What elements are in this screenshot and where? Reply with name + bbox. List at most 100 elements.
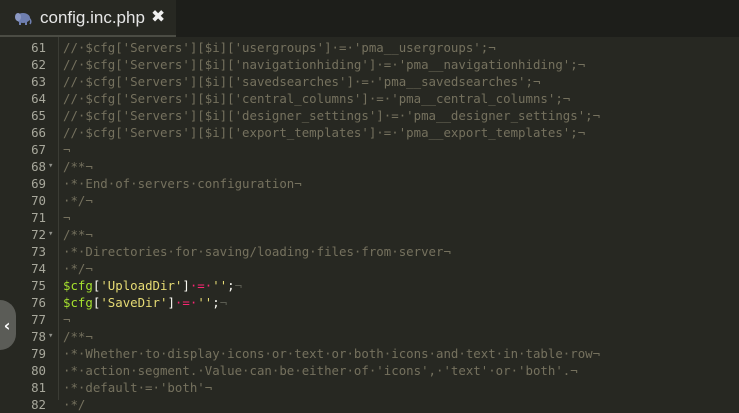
line-code: ·*·Whether·to·display·icons·or·text·or·b… — [63, 345, 600, 362]
line-code: ·*/¬ — [63, 192, 93, 209]
line-number: 67 — [31, 142, 46, 157]
code-line[interactable]: 71 ¬ — [0, 209, 739, 226]
comment-text: //·$cfg['Servers'][$i]['designer_setting… — [63, 108, 601, 123]
line-number: 62 — [31, 57, 46, 72]
line-number: 80 — [31, 363, 46, 378]
comment-text: //·$cfg['Servers'][$i]['export_templates… — [63, 125, 586, 140]
string-key-token: 'SaveDir' — [100, 295, 168, 310]
code-line[interactable]: 77 ¬ — [0, 311, 739, 328]
eol-marker: ¬ — [234, 278, 243, 293]
fold-arrow-icon: ▾ — [48, 161, 54, 171]
code-line[interactable]: 76 $cfg['SaveDir']·=·'';¬ — [0, 294, 739, 311]
comment-text: /**¬ — [63, 329, 93, 344]
line-code: //·$cfg['Servers'][$i]['usergroups']·=·'… — [63, 39, 496, 56]
line-code: ¬ — [63, 209, 70, 226]
code-line[interactable]: 82 ·*/ — [0, 396, 739, 413]
line-number: 66 — [31, 125, 46, 140]
line-code: ·*/¬ — [63, 260, 93, 277]
line-code: //·$cfg['Servers'][$i]['central_columns'… — [63, 90, 570, 107]
comment-text: //·$cfg['Servers'][$i]['usergroups']·=·'… — [63, 40, 496, 55]
tab-bar: config.inc.php ✖ — [0, 0, 739, 37]
comment-text: ·*·action·segment.·Value·can·be·either·o… — [63, 363, 578, 378]
code-line[interactable]: 65 //·$cfg['Servers'][$i]['designer_setti… — [0, 107, 739, 124]
code-line[interactable]: 64 //·$cfg['Servers'][$i]['central_column… — [0, 90, 739, 107]
comment-text: ¬ — [63, 210, 71, 225]
comment-text: ·*·Whether·to·display·icons·or·text·or·b… — [63, 346, 601, 361]
comment-text: /**¬ — [63, 227, 93, 242]
line-number: 65 — [31, 108, 46, 123]
comment-text: ·*/ — [63, 397, 86, 412]
operator-token: ·=· — [189, 278, 213, 293]
line-code: /**¬ — [63, 226, 93, 243]
line-code: //·$cfg['Servers'][$i]['export_templates… — [63, 124, 585, 141]
code-line[interactable]: 70 ·*/¬ — [0, 192, 739, 209]
comment-text: ·*·End·of·servers·configuration¬ — [63, 176, 302, 191]
line-number: 72 — [31, 227, 46, 242]
code-line[interactable]: 61 //·$cfg['Servers'][$i]['usergroups']·=… — [0, 39, 739, 56]
line-code: $cfg['UploadDir']·=·'';¬ — [63, 277, 242, 294]
line-number: 68 — [31, 159, 46, 174]
variable-token: $cfg — [63, 278, 93, 293]
code-line[interactable]: 73 ·*·Directories·for·saving/loading·file… — [0, 243, 739, 260]
line-code: //·$cfg['Servers'][$i]['navigationhiding… — [63, 56, 585, 73]
chevron-left-icon: ‹ — [3, 315, 11, 335]
line-number: 82 — [31, 397, 46, 412]
line-number: 70 — [31, 193, 46, 208]
eol-marker: ¬ — [219, 295, 228, 310]
bracket-token: ] — [182, 278, 190, 293]
string-value-token: '' — [212, 278, 228, 293]
file-tab[interactable]: config.inc.php ✖ — [0, 0, 176, 37]
bracket-token: ] — [167, 295, 175, 310]
code-line[interactable]: 72 ▾ /**¬ — [0, 226, 739, 243]
line-number: 75 — [31, 278, 46, 293]
semicolon-token: ; — [212, 295, 220, 310]
code-editor[interactable]: 61 //·$cfg['Servers'][$i]['usergroups']·=… — [0, 37, 739, 412]
code-line[interactable]: 80 ·*·action·segment.·Value·can·be·either… — [0, 362, 739, 379]
line-number: 64 — [31, 91, 46, 106]
line-number: 73 — [31, 244, 46, 259]
code-line[interactable]: 67 ¬ — [0, 141, 739, 158]
code-line[interactable]: 81 ·*·default·=·'both'¬ — [0, 379, 739, 396]
semicolon-token: ; — [227, 278, 235, 293]
code-line[interactable]: 79 ·*·Whether·to·display·icons·or·text·or… — [0, 345, 739, 362]
string-key-token: 'UploadDir' — [100, 278, 183, 293]
line-number: 81 — [31, 380, 46, 395]
code-line[interactable]: 63 //·$cfg['Servers'][$i]['savedsearches'… — [0, 73, 739, 90]
comment-text: //·$cfg['Servers'][$i]['savedsearches']·… — [63, 74, 541, 89]
line-code: ¬ — [63, 141, 70, 158]
line-number: 69 — [31, 176, 46, 191]
code-line[interactable]: 62 //·$cfg['Servers'][$i]['navigationhidi… — [0, 56, 739, 73]
line-code: $cfg['SaveDir']·=·'';¬ — [63, 294, 227, 311]
line-code: ·*/ — [63, 396, 85, 413]
line-code: //·$cfg['Servers'][$i]['designer_setting… — [63, 107, 600, 124]
code-line[interactable]: 68 ▾ /**¬ — [0, 158, 739, 175]
line-code: ·*·End·of·servers·configuration¬ — [63, 175, 302, 192]
string-value-token: '' — [197, 295, 213, 310]
comment-text: ¬ — [63, 312, 71, 327]
comment-text: //·$cfg['Servers'][$i]['central_columns'… — [63, 91, 571, 106]
line-code: /**¬ — [63, 158, 93, 175]
php-elephant-icon — [14, 10, 32, 26]
fold-arrow-icon: ▾ — [48, 331, 54, 341]
comment-text: ·*·default·=·'both'¬ — [63, 380, 213, 395]
line-code: ·*·default·=·'both'¬ — [63, 379, 212, 396]
tab-title: config.inc.php — [40, 8, 145, 27]
line-code: ·*·Directories·for·saving/loading·files·… — [63, 243, 451, 260]
comment-text: /**¬ — [63, 159, 93, 174]
close-icon[interactable]: ✖ — [151, 7, 165, 27]
code-line[interactable]: 66 //·$cfg['Servers'][$i]['export_templat… — [0, 124, 739, 141]
line-code: /**¬ — [63, 328, 93, 345]
comment-text: ·*/¬ — [63, 193, 93, 208]
line-number: 61 — [31, 40, 46, 55]
code-line[interactable]: 78 ▾/**¬ — [0, 328, 739, 345]
line-code: //·$cfg['Servers'][$i]['savedsearches']·… — [63, 73, 540, 90]
line-code: ·*·action·segment.·Value·can·be·either·o… — [63, 362, 578, 379]
code-line[interactable]: 75 $cfg['UploadDir']·=·'';¬ — [0, 277, 739, 294]
code-line[interactable]: 69 ·*·End·of·servers·configuration¬ — [0, 175, 739, 192]
variable-token: $cfg — [63, 295, 93, 310]
operator-token: ·=· — [174, 295, 198, 310]
code-line[interactable]: 74 ·*/¬ — [0, 260, 739, 277]
line-number: 63 — [31, 74, 46, 89]
line-number: 71 — [31, 210, 46, 225]
comment-text: //·$cfg['Servers'][$i]['navigationhiding… — [63, 57, 586, 72]
